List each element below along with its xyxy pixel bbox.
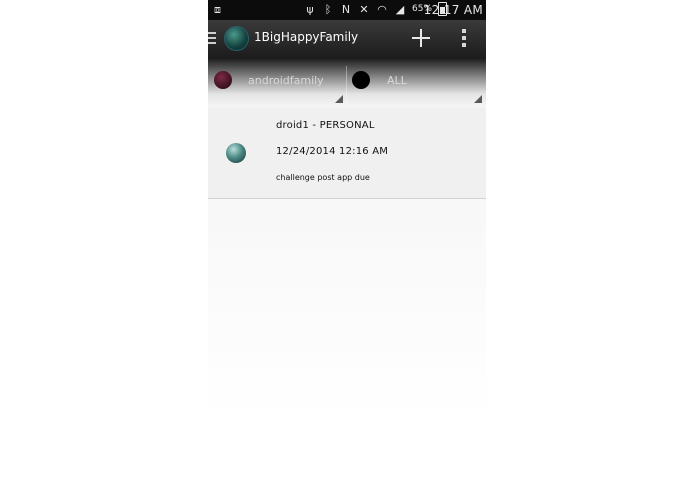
family-spinner[interactable]: androidfamily: [208, 58, 347, 106]
action-bar: 1BigHappyFamily: [208, 20, 486, 58]
dropdown-arrow-icon: [474, 95, 482, 103]
list-item[interactable]: droid1 - PERSONAL 12/24/2014 12:16 AM ch…: [208, 108, 486, 199]
nfc-icon: N: [341, 2, 351, 16]
family-spinner-label: androidfamily: [248, 74, 324, 87]
clock: 12:17 AM: [423, 3, 483, 17]
member-avatar: [226, 143, 246, 163]
bluetooth-icon: ᛒ: [324, 2, 332, 16]
app-title: 1BigHappyFamily: [254, 30, 359, 44]
add-icon[interactable]: [409, 26, 433, 50]
screen-cast-icon: ⧈: [214, 3, 221, 16]
phone-screen: ⧈ ψ ᛒ N ✕ ◠ ◢ 65% 12:17 AM 1BigHappyFami…: [208, 0, 486, 494]
signal-icon: ◢: [395, 2, 405, 16]
filter-bar: androidfamily ALL: [208, 58, 486, 106]
status-bar: ⧈ ψ ᛒ N ✕ ◠ ◢ 65% 12:17 AM: [208, 0, 486, 20]
app-logo[interactable]: [224, 26, 249, 51]
category-spinner[interactable]: ALL: [347, 58, 486, 106]
category-spinner-label: ALL: [387, 74, 407, 87]
item-title: droid1 - PERSONAL: [276, 120, 375, 131]
family-color-dot: [214, 71, 232, 89]
category-color-dot: [352, 71, 370, 89]
dropdown-arrow-icon: [335, 95, 343, 103]
item-note: challenge post app due: [276, 173, 370, 182]
item-datetime: 12/24/2014 12:16 AM: [276, 146, 389, 157]
mute-icon: ✕: [359, 2, 369, 16]
drawer-menu-icon[interactable]: [208, 32, 216, 47]
overflow-menu-icon[interactable]: [459, 29, 469, 49]
wifi-icon: ◠: [377, 2, 387, 16]
usb-icon: ψ: [306, 2, 314, 16]
